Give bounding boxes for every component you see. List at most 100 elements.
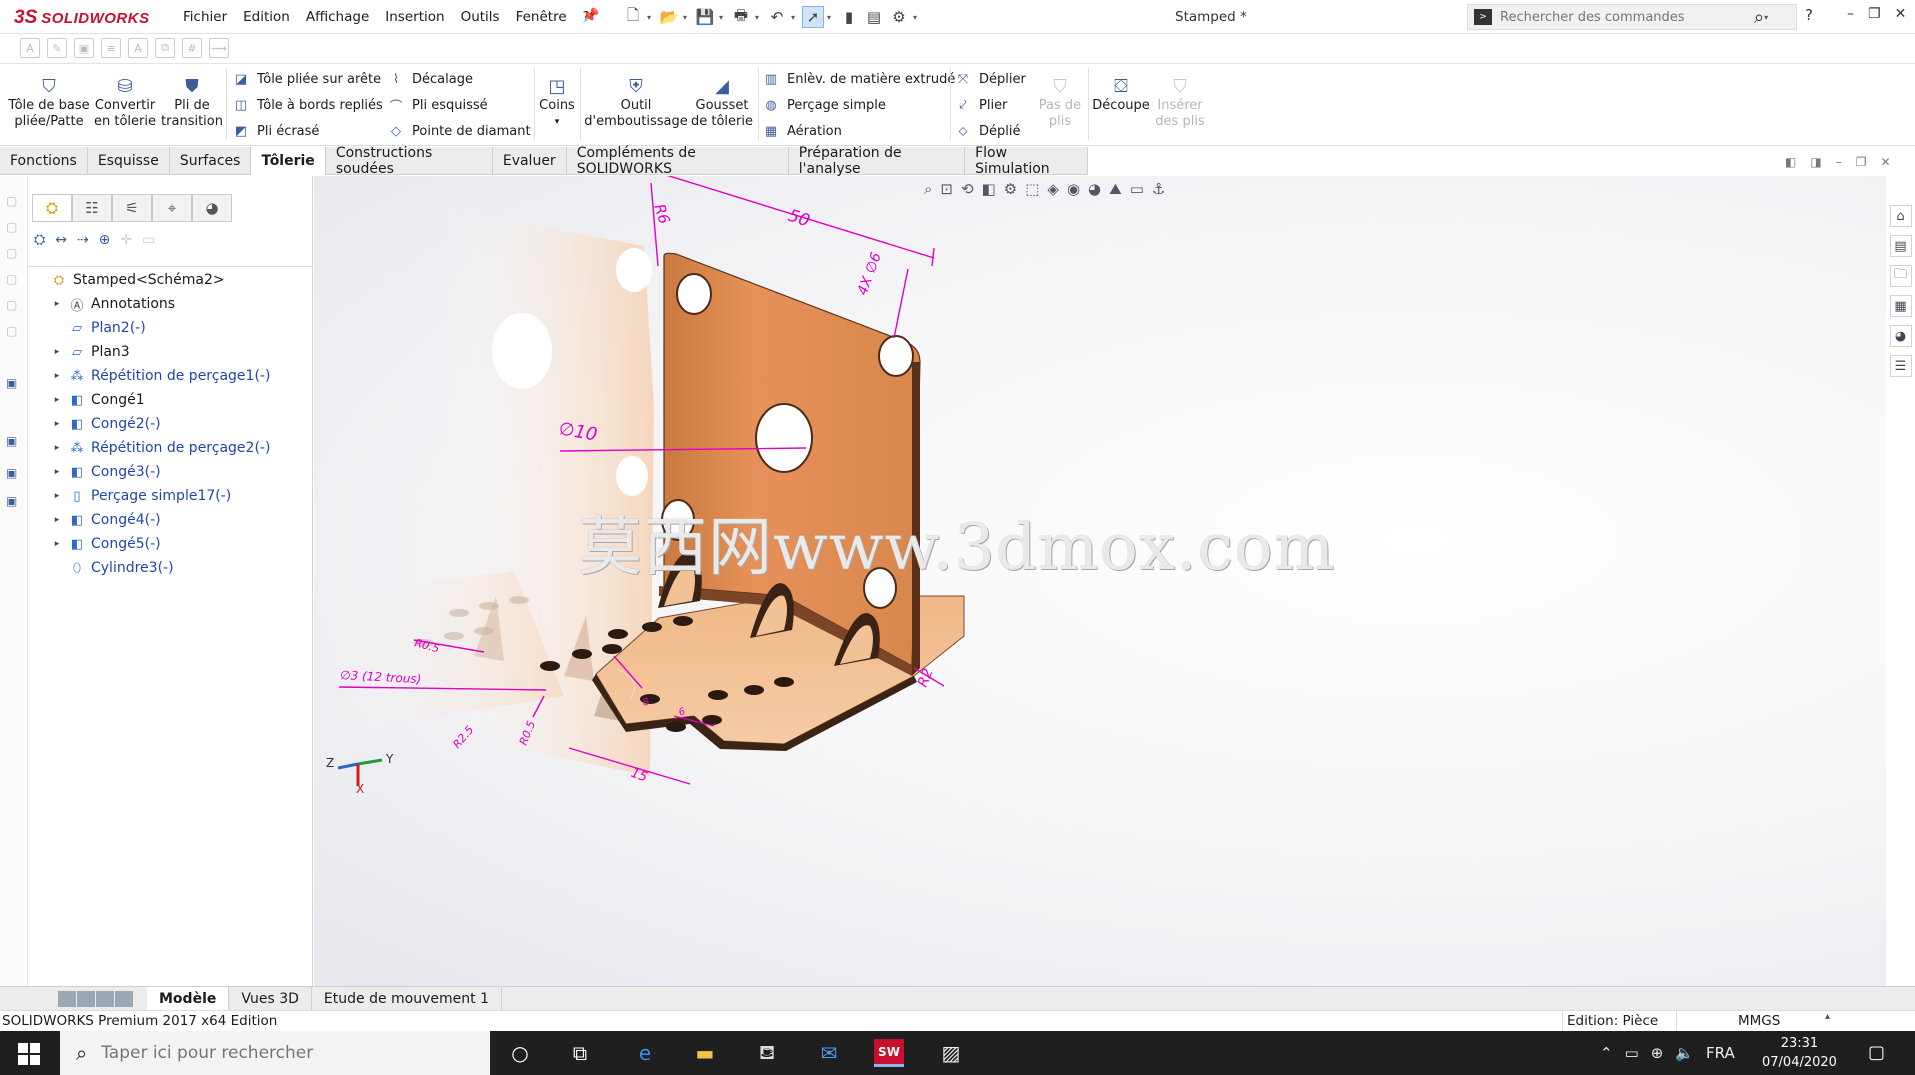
system-clock[interactable]: 23:31 07/04/2020 [1762,1034,1837,1072]
fold-button[interactable]: ⤦ Plier [954,94,1026,116]
search-icon[interactable]: ⌕ [1754,7,1764,28]
menu-fenetre[interactable]: Fenêtre [508,9,575,25]
menu-edition[interactable]: Edition [235,9,298,25]
close-icon[interactable]: ✕ [1880,155,1890,169]
dim-50[interactable]: 50 [785,206,812,232]
solidworks-logo[interactable]: 3S SOLIDWORKS [14,5,150,31]
strip-tool-icon[interactable]: ▢ [6,220,22,234]
sketched-bend-button[interactable]: ⌒ Pli esquissé [387,94,531,116]
tree-item[interactable]: ▸ ◧ Congé2(-) [32,412,270,436]
forming-tool-button[interactable]: ⛨ Outil d'emboutissage [584,64,688,146]
prev-tab-icon[interactable] [77,990,95,1007]
appearances-icon[interactable]: ◕ [1889,325,1912,347]
add-tool-icon[interactable]: ⊕ [99,232,111,248]
tree-item[interactable]: ▱ Plan2(-) [32,316,270,340]
hide-show-icon[interactable]: ◉ [1067,180,1080,198]
volume-icon[interactable]: 🔈 [1675,1044,1694,1062]
hem-button[interactable]: ◩ Pli écrasé [232,120,383,142]
new-document-icon[interactable]: 🗋 [622,6,644,28]
chevron-down-icon[interactable]: ▾ [1764,13,1772,22]
command-search-input[interactable] [1500,9,1750,25]
strip-tool-icon[interactable]: ▣ [6,434,22,448]
expand-arrow-icon[interactable]: ▸ [50,395,64,405]
restore-icon[interactable]: ❐ [1856,155,1867,169]
previous-view-icon[interactable]: ⟲ [961,180,974,198]
chevron-down-icon[interactable]: ▾ [913,13,921,22]
minimize-icon[interactable]: – [1836,155,1842,169]
tree-item[interactable]: ⬯ Cylindre3(-) [32,556,270,580]
unit-system[interactable]: MMGS [1738,1013,1780,1029]
chevron-down-icon[interactable]: ▾ [683,13,691,22]
windows-start-icon[interactable] [18,1043,40,1065]
minimize-icon[interactable]: – [1847,6,1854,22]
first-tab-icon[interactable] [58,990,76,1007]
help-icon[interactable]: ? [1805,6,1813,24]
simple-hole-button[interactable]: ◍ Perçage simple [762,94,955,116]
dim-4x-d6[interactable]: 4X ∅6 [855,250,885,297]
insert-bends-button[interactable]: ⛉ Insérer des plis [1152,64,1208,146]
strip-tool-icon[interactable]: ▢ [6,246,22,260]
custom-properties-icon[interactable]: ☰ [1889,355,1912,377]
flatten-button[interactable]: ⬦ Déplié [954,120,1026,142]
tree-item[interactable]: ▸ ◧ Congé4(-) [32,508,270,532]
expand-arrow-icon[interactable]: ▸ [50,515,64,525]
tab-surfaces[interactable]: Surfaces [170,147,252,175]
strip-tool-icon[interactable]: ▢ [6,194,22,208]
zoom-to-fit-icon[interactable]: ⌕ [924,180,932,198]
file-explorer-icon[interactable]: 🗀 [1889,265,1912,287]
view-settings-icon[interactable]: ▭ [1130,180,1144,198]
undo-icon[interactable]: ↶ [766,6,788,28]
tree-item[interactable]: ▸ ◧ Congé3(-) [32,460,270,484]
zoom-area-icon[interactable]: ⊡ [940,180,953,198]
strip-tool-icon[interactable]: ▢ [6,324,22,338]
menu-insertion[interactable]: Insertion [377,9,452,25]
expand-arrow-icon[interactable]: ▸ [50,539,64,549]
edge-browser-icon[interactable]: e [630,1039,660,1067]
expand-arrow-icon[interactable]: ▸ [50,299,64,309]
tree-item[interactable]: ▸ ◧ Congé5(-) [32,532,270,556]
tab-esquisse[interactable]: Esquisse [88,147,170,175]
chevron-down-icon[interactable]: ▾ [719,13,727,22]
tab-flow-simulation[interactable]: Flow Simulation [965,145,1088,177]
graphics-viewport[interactable]: 50 R6 4X ∅6 ∅10 R0.5 ∅3 (12 trous) R2 R0… [314,176,1886,986]
dimxpert-tab-icon[interactable]: ⌖ [152,194,192,222]
apply-scene-icon[interactable]: ⛰ [1109,180,1122,198]
base-flange-button[interactable]: ⛉ Tôle de base pliée/Patte [6,64,92,146]
next-tab-icon[interactable] [96,990,114,1007]
dimension-tool-icon[interactable]: ↔ [55,232,67,248]
tree-root[interactable]: ⛭ Stamped<Schéma2> [32,268,270,292]
strip-tool-icon[interactable]: ▣ [6,376,22,390]
chevron-down-icon[interactable]: ▾ [555,114,560,130]
tree-item[interactable]: ▸ Ⓐ Annotations [32,292,270,316]
file-explorer-icon[interactable]: ▬ [690,1039,720,1067]
expand-arrow-icon[interactable]: ▸ [50,467,64,477]
expand-arrow-icon[interactable]: ▸ [50,371,64,381]
convert-to-sheet-metal-button[interactable]: ⛁ Convertir en tôlerie [90,64,160,146]
cortana-icon[interactable]: ○ [505,1039,535,1067]
format-tool-icon[interactable]: ≡ [101,38,121,58]
edge-flange-button[interactable]: ◪ Tôle pliée sur arête [232,68,383,90]
expand-arrow-icon[interactable]: ▸ [50,491,64,501]
battery-icon[interactable]: ▭ [1625,1044,1639,1062]
tree-item[interactable]: ▸ ⁂ Répétition de perçage2(-) [32,436,271,460]
menu-affichage[interactable]: Affichage [298,9,377,25]
expand-arrow-icon[interactable]: ▸ [50,347,64,357]
chevron-up-icon[interactable]: ⌃ [1600,1044,1613,1062]
pin-menu-icon[interactable]: 📌 [582,8,599,24]
corners-button[interactable]: ◳ Coins ▾ [538,64,576,146]
font-tool-icon[interactable]: A [128,38,148,58]
solidworks-taskbar-icon[interactable]: SW [874,1039,904,1067]
store-icon[interactable]: ⛾ [752,1039,782,1067]
tree-item[interactable]: ▸ ▯ Perçage simple17(-) [32,484,270,508]
options-gear-icon[interactable]: ⚙ [888,6,910,28]
copy-tool-icon[interactable]: ⧉ [155,38,175,58]
strip-tool-icon[interactable]: ▣ [6,466,22,480]
taskbar-search-input[interactable] [101,1043,432,1063]
command-search-box[interactable]: > ⌕ ▾ [1467,4,1797,30]
text-tool-icon[interactable]: A [20,38,40,58]
edit-appearance-icon[interactable]: ◕ [1088,180,1101,198]
tab-preparation-analyse[interactable]: Préparation de l'analyse [789,145,966,177]
last-tab-icon[interactable] [115,990,133,1007]
traffic-light-icon[interactable]: ▮ [838,6,860,28]
strip-tool-icon[interactable]: ▢ [6,272,22,286]
